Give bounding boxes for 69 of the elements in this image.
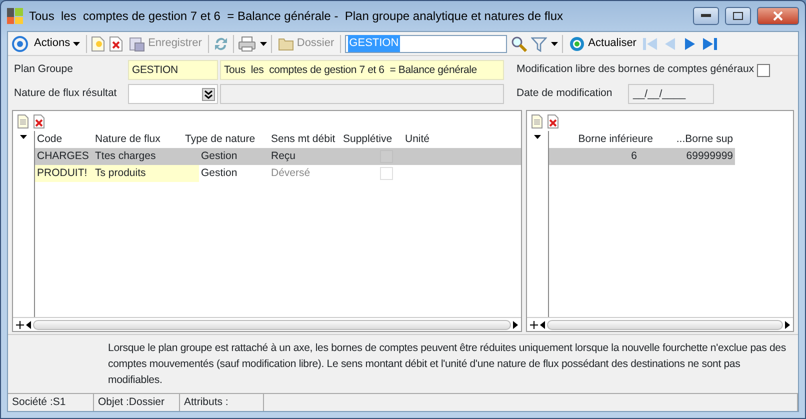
column-header[interactable]: Borne inférieure <box>549 132 655 148</box>
save-icon <box>129 36 146 52</box>
new-row-icon[interactable] <box>17 114 29 128</box>
minimize-icon <box>701 14 711 18</box>
actions-menu[interactable]: Actions <box>32 34 82 54</box>
table-cell-text: Gestion <box>200 149 238 164</box>
column-header[interactable]: Supplétive <box>341 132 403 148</box>
minimize-button[interactable] <box>693 7 719 25</box>
column-header[interactable]: Sens mt débit <box>269 132 341 148</box>
refresh-icon <box>569 36 586 52</box>
column-header[interactable]: Unité <box>403 132 453 148</box>
target-icon[interactable] <box>12 36 28 52</box>
field-label: Plan Groupe <box>14 62 74 78</box>
scroll-right-icon[interactable] <box>785 320 790 328</box>
caret-icon <box>73 42 80 46</box>
delete-row-icon[interactable] <box>547 114 559 128</box>
double-chevron-icon <box>202 88 215 100</box>
delete-document-icon[interactable] <box>109 36 124 52</box>
date-field[interactable]: __/__/____ <box>628 84 714 104</box>
column-header[interactable]: Type de nature <box>183 132 269 148</box>
scrollbar[interactable] <box>547 320 783 330</box>
refresh-button[interactable]: Actualiser <box>567 34 638 54</box>
scrollbar[interactable] <box>33 320 511 330</box>
column-header[interactable]: ...Borne sup <box>655 132 735 148</box>
window-title: Tous les comptes de gestion 7 et 6 = Balance générale - Plan groupe analytique et natures de flux <box>29 8 564 25</box>
plus-icon[interactable] <box>16 320 24 328</box>
table-cell-text: Gestion <box>200 166 238 181</box>
table-cell-text: 6 <box>630 148 638 164</box>
column-header[interactable]: Code <box>35 132 93 148</box>
caret-icon[interactable] <box>534 135 541 139</box>
maximize-icon <box>733 12 743 20</box>
table-cell-text: Déversé <box>270 166 312 181</box>
status-text: Objet :Dossier <box>94 394 180 411</box>
table-cell-text: Ttes charges <box>94 149 157 164</box>
code-field[interactable]: GESTION <box>128 60 218 80</box>
plus-icon[interactable] <box>530 320 538 328</box>
delete-row-icon[interactable] <box>33 114 45 128</box>
dropdown-field[interactable] <box>128 84 218 104</box>
field-label: Modification libre des bornes de comptes généraux <box>516 62 754 78</box>
close-icon <box>773 11 783 21</box>
table-cell: PRODUIT! <box>35 165 93 182</box>
caret-icon[interactable] <box>551 42 558 46</box>
caret-icon[interactable] <box>260 42 267 46</box>
scroll-left-icon[interactable] <box>26 320 31 328</box>
text-field[interactable] <box>220 84 504 104</box>
new-row-icon[interactable] <box>531 114 543 128</box>
maximize-button[interactable] <box>725 7 751 25</box>
refresh-icon[interactable] <box>212 36 229 52</box>
title-field[interactable]: Tous les comptes de gestion 7 et 6 = Balance générale <box>220 60 504 80</box>
caret-icon[interactable] <box>20 135 27 139</box>
column-header[interactable]: Nature de flux <box>93 132 183 148</box>
app-icon <box>7 8 23 24</box>
field-label: Nature de flux résultat <box>14 86 118 102</box>
info-text: Lorsque le plan groupe est rattaché à un axe, les bornes de comptes peuvent être réduites uniquement lorsque la nouvelle fourchette n'exclue pas des comptes mouvementés (sauf modification libre). Le sens montant débit et l'unité d'une nature de flux possédant des destinations ne sont pas modifiables. <box>8 334 798 393</box>
table-cell-text: Reçu <box>270 149 297 164</box>
folder-icon <box>278 36 294 50</box>
status-text: Attributs : <box>180 394 264 411</box>
scroll-right-icon[interactable] <box>513 320 518 328</box>
table-cell-text: CHARGES <box>36 149 90 164</box>
table-cell: Ts produits <box>93 165 199 182</box>
new-document-icon[interactable] <box>91 36 106 52</box>
status-text: Société :S1 <box>8 394 94 411</box>
close-button[interactable] <box>757 7 799 25</box>
checkbox[interactable] <box>756 64 770 76</box>
table-cell-text: 69999999 <box>685 148 734 164</box>
field-label: Date de modification <box>516 86 612 102</box>
search-icon[interactable] <box>511 36 528 52</box>
scroll-left-icon[interactable] <box>540 320 545 328</box>
last-record-icon[interactable] <box>702 36 718 52</box>
